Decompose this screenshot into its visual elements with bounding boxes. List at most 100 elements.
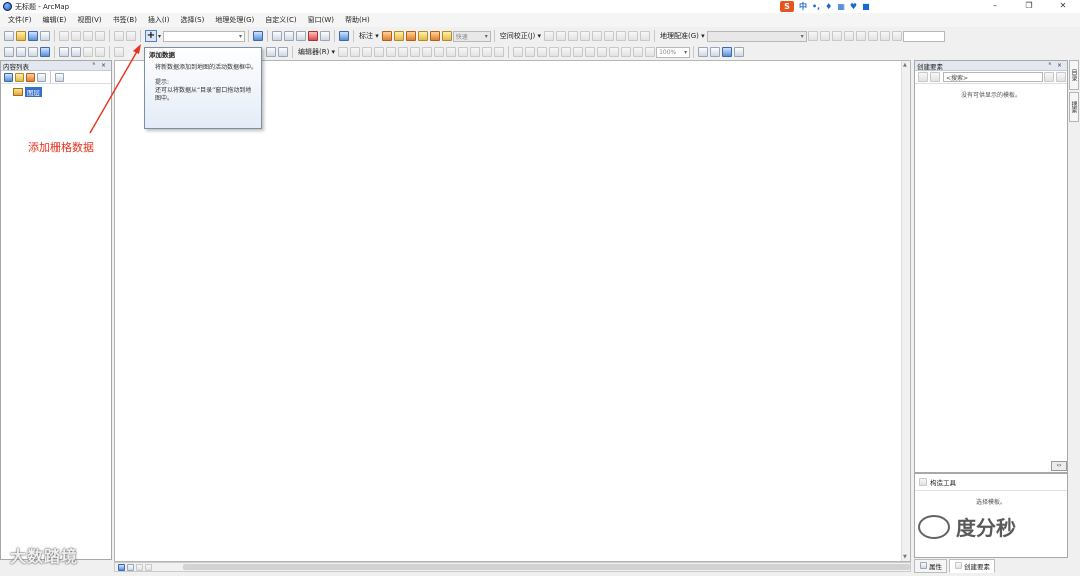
change-layout-icon[interactable]: [722, 47, 733, 57]
python-window-icon[interactable]: [320, 31, 330, 41]
select-features-icon[interactable]: [114, 47, 124, 57]
editor-toolbar-icon[interactable]: [253, 31, 263, 41]
view-link-table-icon[interactable]: [592, 31, 603, 41]
panel-pin-close-icon[interactable]: ᴿ ×: [92, 62, 111, 69]
zoom-in-icon[interactable]: [4, 47, 14, 57]
select-link-icon[interactable]: [843, 31, 854, 41]
redo-icon[interactable]: [126, 31, 136, 41]
swipe-icon[interactable]: [537, 47, 548, 57]
add-data-button[interactable]: +: [145, 30, 157, 42]
print-icon[interactable]: [40, 31, 50, 41]
labeling-menu[interactable]: 标注 ▾: [357, 31, 381, 41]
splitter-handle-icon[interactable]: ‹›: [1051, 461, 1067, 471]
shift-icon[interactable]: [819, 31, 830, 41]
tab-catalog[interactable]: 目录: [1069, 60, 1079, 90]
full-extent-icon[interactable]: [40, 47, 50, 57]
refresh-icon[interactable]: [136, 563, 143, 571]
zoom-to-link-icon[interactable]: [855, 31, 866, 41]
punctuation-icon[interactable]: •,: [812, 2, 820, 11]
select-elements-icon[interactable]: [544, 31, 555, 41]
viewer-icon[interactable]: [879, 31, 890, 41]
back-extent-icon[interactable]: [83, 47, 93, 57]
restore-button[interactable]: ❐: [1012, 0, 1046, 13]
label-manager-icon[interactable]: [381, 31, 392, 41]
split-icon[interactable]: [446, 47, 457, 57]
ime-language[interactable]: 中: [799, 1, 807, 12]
help-icon[interactable]: [1056, 72, 1066, 82]
delete-icon[interactable]: [95, 31, 105, 41]
minimize-button[interactable]: –: [978, 0, 1012, 13]
attributes-icon[interactable]: [470, 47, 481, 57]
effects-layer-icon[interactable]: [513, 47, 524, 57]
menu-file[interactable]: 文件(F): [4, 15, 36, 25]
pause-drawing-icon[interactable]: [145, 563, 152, 571]
map-status-scrollbar[interactable]: [114, 562, 911, 572]
modelbuilder-icon[interactable]: [339, 31, 349, 41]
layout-view-icon[interactable]: [127, 563, 134, 571]
georef-layer-combo[interactable]: ▾: [706, 30, 807, 42]
template-search-input[interactable]: <搜索>: [943, 72, 1043, 82]
skin-icon[interactable]: ♥: [850, 2, 857, 11]
fixed-zoom-out-icon[interactable]: [71, 47, 81, 57]
layer-item[interactable]: 图层: [13, 87, 111, 97]
menu-help[interactable]: 帮助(H): [341, 15, 374, 25]
rotate-icon[interactable]: [807, 31, 818, 41]
panel-pin-close-icon[interactable]: ᴿ ×: [1048, 62, 1067, 69]
new-document-icon[interactable]: [4, 31, 14, 41]
flicker-icon[interactable]: [549, 47, 560, 57]
lock-labels-icon[interactable]: [417, 31, 428, 41]
label-priority-icon[interactable]: [393, 31, 404, 41]
paste-icon[interactable]: [83, 31, 93, 41]
end-point-arc-icon[interactable]: [374, 47, 385, 57]
measure-icon[interactable]: [278, 47, 288, 57]
layout-zoom-out-icon[interactable]: [597, 47, 608, 57]
save-icon[interactable]: [28, 31, 38, 41]
edit-vertices-icon[interactable]: [410, 47, 421, 57]
list-by-selection-icon[interactable]: [37, 72, 46, 82]
edge-match-icon[interactable]: [628, 31, 639, 41]
keyboard-icon[interactable]: ▦: [837, 2, 845, 11]
menu-view[interactable]: 视图(V): [73, 15, 105, 25]
multi-link-icon[interactable]: [580, 31, 591, 41]
adjust-transparency-icon[interactable]: [525, 47, 536, 57]
organize-templates-icon[interactable]: [918, 72, 928, 82]
link-table-icon[interactable]: [891, 31, 902, 41]
edit-annotation-icon[interactable]: [350, 47, 361, 57]
menu-bookmarks[interactable]: 书签(B): [109, 15, 141, 25]
pause-labeling-icon[interactable]: [429, 31, 440, 41]
layout-zoom-in-icon[interactable]: [585, 47, 596, 57]
cut-icon[interactable]: [59, 31, 69, 41]
html-popup-icon[interactable]: [266, 47, 276, 57]
ime-toolbar[interactable]: S 中 •, ♦ ▦ ♥ ■: [780, 0, 870, 13]
arctoolbox-icon[interactable]: [308, 31, 318, 41]
tab-search[interactable]: 搜索: [1069, 92, 1079, 122]
georef-value-input[interactable]: [902, 30, 945, 42]
list-by-drawing-order-icon[interactable]: [4, 72, 13, 82]
cut-polygons-icon[interactable]: [434, 47, 445, 57]
menu-edit[interactable]: 编辑(E): [39, 15, 71, 25]
menu-windows[interactable]: 窗口(W): [304, 15, 338, 25]
menu-selection[interactable]: 选择(S): [176, 15, 208, 25]
reshape-icon[interactable]: [422, 47, 433, 57]
layout-zoom-combo[interactable]: 100% ▾: [656, 46, 691, 58]
scroll-up-icon[interactable]: ▲: [903, 62, 907, 68]
zoom-100-icon[interactable]: [633, 47, 644, 57]
edit-tool-icon[interactable]: [338, 47, 349, 57]
point-icon[interactable]: [398, 47, 409, 57]
undo-icon[interactable]: [114, 31, 124, 41]
toolbox-icon[interactable]: ■: [862, 2, 870, 11]
create-features-icon[interactable]: [494, 47, 505, 57]
brightness-icon[interactable]: [573, 47, 584, 57]
close-button[interactable]: ✕: [1046, 0, 1080, 13]
layer-label[interactable]: 图层: [25, 87, 42, 97]
zoom-whole-page-icon[interactable]: [621, 47, 632, 57]
focus-data-frame-icon[interactable]: [710, 47, 721, 57]
layout-pan-icon[interactable]: [609, 47, 620, 57]
toggle-draft-mode-icon[interactable]: [698, 47, 709, 57]
catalog-icon[interactable]: [284, 31, 294, 41]
map-view[interactable]: ▲ ▼: [114, 60, 911, 562]
horizontal-scroll-thumb[interactable]: [183, 564, 910, 570]
editor-menu[interactable]: 编辑器(R) ▾: [296, 47, 337, 57]
toc-options-icon[interactable]: [55, 72, 64, 82]
straight-segment-icon[interactable]: [362, 47, 373, 57]
